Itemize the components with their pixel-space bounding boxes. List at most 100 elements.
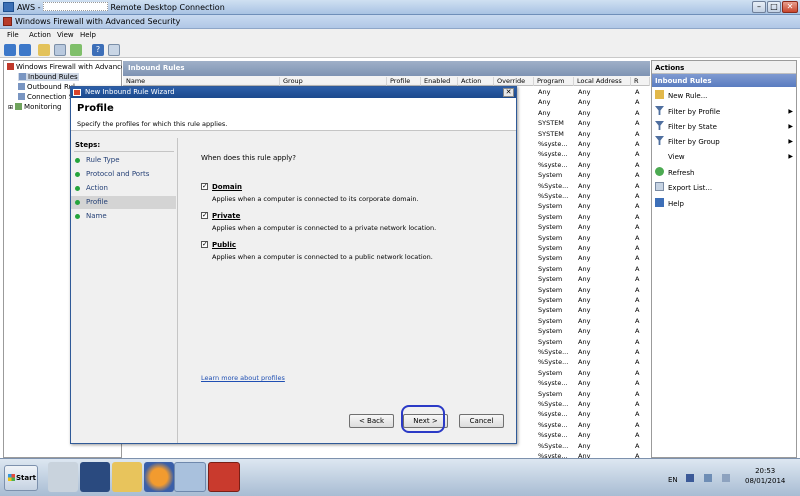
show-hide-tree-icon[interactable] — [54, 44, 66, 56]
action-filter-state[interactable]: Filter by State ▶ — [655, 120, 795, 134]
table-row[interactable]: SYSTEM Any A — [517, 129, 650, 139]
table-row[interactable]: System Any A — [517, 233, 650, 243]
public-label[interactable]: Public — [212, 241, 236, 249]
table-row[interactable]: System Any A — [517, 253, 650, 263]
table-row[interactable]: %Syste... Any A — [517, 357, 650, 367]
table-row[interactable]: %syste... Any A — [517, 378, 650, 388]
table-row[interactable]: System Any A — [517, 326, 650, 336]
table-row[interactable]: %syste... Any A — [517, 139, 650, 149]
tray-icon[interactable] — [686, 474, 694, 482]
table-row[interactable]: System Any A — [517, 222, 650, 232]
server-manager-icon[interactable] — [48, 462, 78, 492]
table-row[interactable]: Any Any A — [517, 97, 650, 107]
action-filter-group[interactable]: Filter by Group ▶ — [655, 135, 795, 149]
start-button[interactable]: Start — [4, 465, 38, 491]
menu-file[interactable]: File — [7, 31, 19, 39]
tree-item-label: Inbound Rules — [28, 73, 78, 81]
menu-view[interactable]: View — [57, 31, 74, 39]
column-name[interactable]: Name — [123, 77, 280, 86]
column-program[interactable]: Program — [534, 77, 574, 86]
action-filter-profile[interactable]: Filter by Profile ▶ — [655, 105, 795, 119]
table-row[interactable]: %syste... Any A — [517, 149, 650, 159]
action-help[interactable]: Help — [655, 197, 795, 211]
network-icon[interactable] — [174, 462, 206, 492]
table-row[interactable]: %Syste... Any A — [517, 441, 650, 451]
column-local-address[interactable]: Local Address — [574, 77, 631, 86]
menu-action[interactable]: Action — [29, 31, 51, 39]
column-group[interactable]: Group — [280, 77, 387, 86]
table-row[interactable]: System Any A — [517, 368, 650, 378]
column-enabled[interactable]: Enabled — [421, 77, 458, 86]
table-row[interactable]: System Any A — [517, 389, 650, 399]
remote-cell: A — [635, 410, 640, 419]
properties-icon[interactable] — [108, 44, 120, 56]
table-row[interactable]: System Any A — [517, 264, 650, 274]
table-row[interactable]: %Syste... Any A — [517, 347, 650, 357]
column-remote[interactable]: R — [631, 77, 650, 86]
table-row[interactable]: System Any A — [517, 243, 650, 253]
expand-icon[interactable]: ⊞ — [8, 104, 13, 111]
domain-label[interactable]: Domain — [212, 183, 242, 191]
forward-arrow-icon[interactable] — [19, 44, 31, 56]
menu-help[interactable]: Help — [80, 31, 96, 39]
table-row[interactable]: %syste... Any A — [517, 160, 650, 170]
table-row[interactable]: %Syste... Any A — [517, 181, 650, 191]
language-indicator[interactable]: EN — [668, 476, 678, 484]
action-view[interactable]: View ▶ — [655, 150, 795, 164]
firewall-taskbar-icon[interactable] — [208, 462, 240, 492]
wizard-steps: Steps: Rule Type Protocol and Ports Acti… — [71, 138, 176, 438]
table-row[interactable]: System Any A — [517, 212, 650, 222]
public-checkbox[interactable]: ✓ — [201, 241, 208, 248]
back-button[interactable]: < Back — [349, 414, 394, 428]
table-row[interactable]: %Syste... Any A — [517, 399, 650, 409]
table-row[interactable]: System Any A — [517, 337, 650, 347]
powershell-icon[interactable] — [80, 462, 110, 492]
explorer-icon[interactable] — [112, 462, 142, 492]
table-row[interactable]: Any Any A — [517, 87, 650, 97]
table-row[interactable]: System Any A — [517, 316, 650, 326]
domain-checkbox[interactable]: ✓ — [201, 183, 208, 190]
table-row[interactable]: %Syste... Any A — [517, 191, 650, 201]
cancel-button[interactable]: Cancel — [459, 414, 504, 428]
program-cell: System — [538, 202, 563, 211]
column-override[interactable]: Override — [494, 77, 534, 86]
table-row[interactable]: System Any A — [517, 305, 650, 315]
action-refresh[interactable]: Refresh — [655, 166, 795, 180]
help-icon[interactable]: ? — [92, 44, 104, 56]
column-profile[interactable]: Profile — [387, 77, 421, 86]
table-row[interactable]: System Any A — [517, 201, 650, 211]
network-tray-icon[interactable] — [704, 474, 712, 482]
up-folder-icon[interactable] — [38, 44, 50, 56]
table-row[interactable]: System Any A — [517, 295, 650, 305]
table-row[interactable]: %syste... Any A — [517, 430, 650, 440]
close-button[interactable]: ✕ — [782, 1, 798, 13]
tree-item-inbound-rules[interactable]: Inbound Rules — [4, 72, 122, 82]
volume-icon[interactable] — [722, 474, 730, 482]
action-new-rule[interactable]: New Rule... — [655, 89, 795, 103]
table-row[interactable]: %syste... Any A — [517, 451, 650, 458]
export-icon[interactable] — [70, 44, 82, 56]
learn-more-profiles-link[interactable]: Learn more about profiles — [201, 374, 285, 382]
action-export-list[interactable]: Export List... — [655, 181, 795, 195]
tree-root[interactable]: Windows Firewall with Advanced S — [4, 62, 122, 72]
table-row[interactable]: System Any A — [517, 170, 650, 180]
private-checkbox[interactable]: ✓ — [201, 212, 208, 219]
table-row[interactable]: Any Any A — [517, 108, 650, 118]
back-arrow-icon[interactable] — [4, 44, 16, 56]
maximize-button[interactable]: □ — [767, 1, 781, 13]
step-label: Action — [86, 184, 108, 192]
table-row[interactable]: System Any A — [517, 274, 650, 284]
menu-bar: File Action View Help — [0, 29, 800, 42]
table-row[interactable]: %syste... Any A — [517, 420, 650, 430]
program-cell: SYSTEM — [538, 129, 564, 138]
table-row[interactable]: System Any A — [517, 285, 650, 295]
table-row[interactable]: SYSTEM Any A — [517, 118, 650, 128]
firefox-icon[interactable] — [144, 462, 174, 492]
wizard-close-button[interactable]: ✕ — [503, 88, 514, 97]
clock[interactable]: 20:53 08/01/2014 — [745, 466, 785, 486]
mmc-title-bar: Windows Firewall with Advanced Security — [0, 15, 800, 29]
table-row[interactable]: %syste... Any A — [517, 409, 650, 419]
minimize-button[interactable]: – — [752, 1, 766, 13]
column-action[interactable]: Action — [458, 77, 494, 86]
private-label[interactable]: Private — [212, 212, 240, 220]
